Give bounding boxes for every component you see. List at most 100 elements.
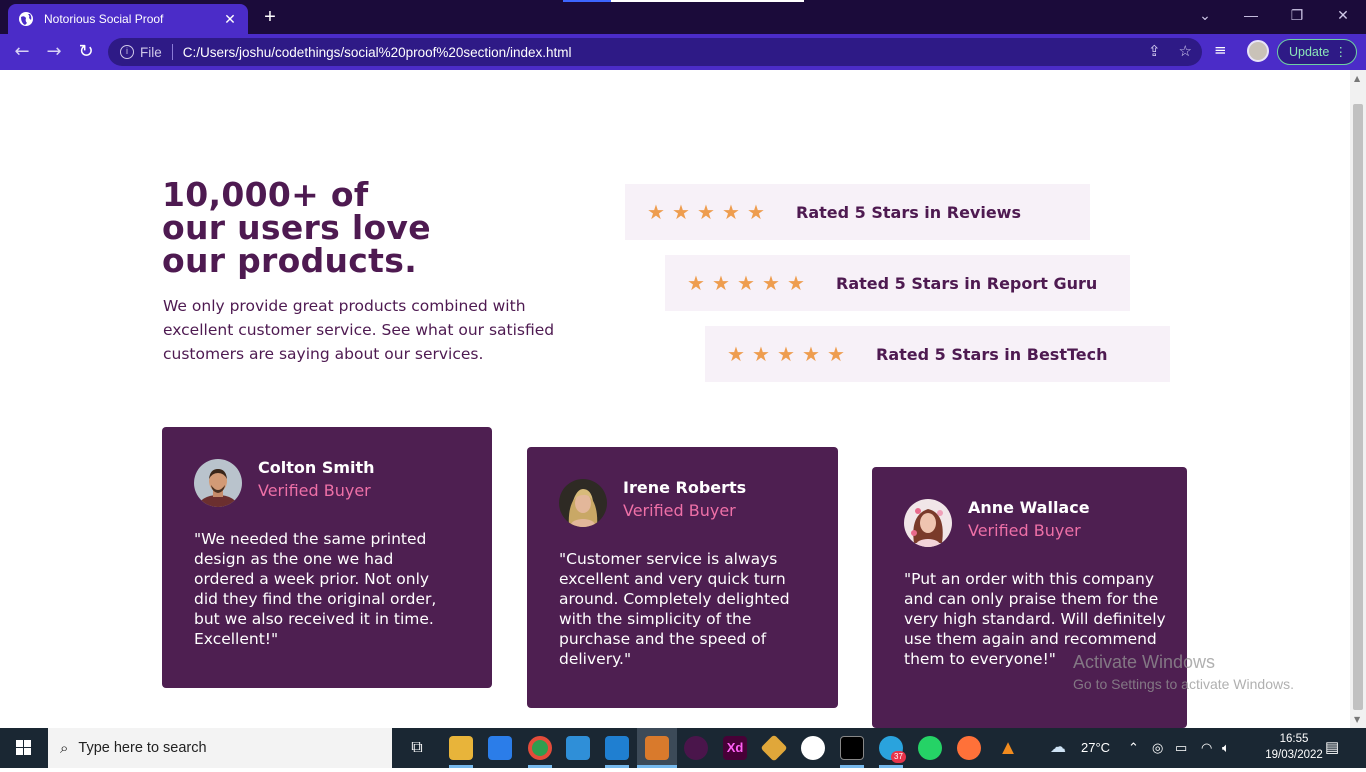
reviewer-role: Verified Buyer bbox=[623, 501, 736, 520]
browser-toolbar: ← → ↻ i File C:/Users/joshu/codethings/s… bbox=[0, 34, 1366, 70]
rating-bar: ★ ★ ★ ★ ★ Rated 5 Stars in Reviews bbox=[625, 184, 1090, 240]
bookmark-star-icon[interactable]: ☆ bbox=[1179, 42, 1192, 60]
star-icon: ★ bbox=[687, 271, 705, 295]
start-button[interactable] bbox=[0, 728, 48, 768]
chrome-icon[interactable] bbox=[528, 736, 552, 760]
vscode-icon[interactable] bbox=[605, 736, 629, 760]
tab-title: Notorious Social Proof bbox=[44, 12, 164, 26]
strip-accent bbox=[563, 0, 611, 2]
meet-icon[interactable]: ◎ bbox=[1152, 728, 1163, 768]
photos-icon[interactable] bbox=[566, 736, 590, 760]
store-icon[interactable] bbox=[488, 736, 512, 760]
star-icon: ★ bbox=[802, 342, 820, 366]
heading-line-1: 10,000+ of bbox=[162, 175, 369, 214]
clock-time: 16:55 bbox=[1279, 733, 1309, 745]
search-placeholder: Type here to search bbox=[78, 740, 207, 756]
search-icon: ⌕ bbox=[60, 739, 69, 757]
page-scrollbar[interactable]: ▲ ▼ bbox=[1350, 70, 1366, 728]
avatar bbox=[904, 499, 952, 547]
info-icon[interactable]: i bbox=[120, 45, 134, 59]
testimonial-quote: "We needed the same printed design as th… bbox=[194, 530, 437, 648]
taskbar-search-box[interactable]: ⌕ Type here to search bbox=[48, 728, 392, 768]
forward-arrow-icon[interactable]: → bbox=[42, 40, 66, 64]
chevron-up-icon[interactable]: ⌃ bbox=[1128, 728, 1139, 768]
star-rating: ★ ★ ★ ★ ★ bbox=[647, 202, 772, 222]
address-separator bbox=[171, 44, 173, 60]
close-tab-icon[interactable]: ✕ bbox=[222, 11, 238, 27]
whatsapp-icon[interactable] bbox=[918, 736, 942, 760]
globe-icon bbox=[19, 12, 33, 26]
strip-accent-light bbox=[611, 0, 804, 2]
tab-search-chevron-icon[interactable]: ⌄ bbox=[1182, 4, 1228, 26]
share-icon[interactable]: ⇪ bbox=[1148, 42, 1161, 60]
clock-date: 19/03/2022 bbox=[1265, 749, 1323, 761]
weather-temperature[interactable]: 27°C bbox=[1081, 728, 1110, 768]
url-scheme-label: File bbox=[140, 44, 162, 60]
volume-icon[interactable]: 🔈︎ bbox=[1222, 728, 1230, 768]
scroll-up-icon[interactable]: ▲ bbox=[1354, 74, 1360, 83]
reviewer-name: Irene Roberts bbox=[623, 478, 747, 497]
rating-bar: ★ ★ ★ ★ ★ Rated 5 Stars in BestTech bbox=[705, 326, 1170, 382]
reviewer-name: Anne Wallace bbox=[968, 498, 1090, 517]
battery-icon[interactable]: ▭ bbox=[1175, 728, 1187, 768]
page-heading: 10,000+ of our users love our products. bbox=[162, 178, 452, 277]
notifications-icon[interactable]: ▤ bbox=[1325, 728, 1339, 768]
telegram-badge: 37 bbox=[891, 751, 906, 763]
rating-label: Rated 5 Stars in BestTech bbox=[876, 344, 1108, 364]
weather-cloud-icon[interactable]: ☁ bbox=[1050, 728, 1066, 768]
update-button[interactable]: Update ⋮ bbox=[1277, 39, 1357, 65]
browser-app-icon[interactable] bbox=[645, 736, 669, 760]
testimonial-card: Colton Smith Verified Buyer "We needed t… bbox=[162, 427, 492, 688]
star-icon: ★ bbox=[727, 342, 745, 366]
reviewer-role: Verified Buyer bbox=[968, 521, 1081, 540]
profile-avatar[interactable] bbox=[1247, 40, 1269, 62]
terminal-icon[interactable] bbox=[840, 736, 864, 760]
activate-windows-title: Activate Windows bbox=[1073, 652, 1216, 672]
address-bar[interactable]: i File C:/Users/joshu/codethings/social%… bbox=[108, 38, 1202, 66]
file-explorer-icon[interactable] bbox=[449, 736, 473, 760]
sourcetree-icon[interactable] bbox=[760, 734, 788, 762]
github-icon[interactable] bbox=[801, 736, 825, 760]
wifi-icon[interactable]: ◠ bbox=[1201, 728, 1212, 768]
reload-icon[interactable]: ↻ bbox=[74, 40, 98, 64]
firefox-icon[interactable] bbox=[957, 736, 981, 760]
rating-label: Rated 5 Stars in Reviews bbox=[796, 202, 1021, 222]
menu-dots-icon[interactable]: ⋮ bbox=[1335, 40, 1348, 64]
windows-taskbar: ⌕ Type here to search ⧉ Xd ▲ ☁ 27°C ⌃ ◎ … bbox=[0, 728, 1366, 768]
url-text[interactable]: C:/Users/joshu/codethings/social%20proof… bbox=[183, 45, 572, 60]
star-icon: ★ bbox=[827, 342, 845, 366]
slack-icon[interactable] bbox=[684, 736, 708, 760]
star-icon: ★ bbox=[747, 200, 765, 224]
vlc-icon[interactable]: ▲ bbox=[996, 736, 1020, 760]
reviewer-name: Colton Smith bbox=[258, 458, 375, 477]
scrollbar-thumb[interactable] bbox=[1353, 104, 1363, 710]
rating-label: Rated 5 Stars in Report Guru bbox=[836, 273, 1098, 293]
adobe-xd-icon[interactable]: Xd bbox=[723, 736, 747, 760]
task-view-icon[interactable]: ⧉ bbox=[405, 736, 429, 760]
minimize-icon[interactable]: — bbox=[1228, 4, 1274, 26]
star-icon: ★ bbox=[787, 271, 805, 295]
taskbar-clock[interactable]: 16:55 19/03/2022 bbox=[1264, 731, 1324, 763]
star-icon: ★ bbox=[737, 271, 755, 295]
star-icon: ★ bbox=[752, 342, 770, 366]
star-icon: ★ bbox=[722, 200, 740, 224]
new-tab-button[interactable]: + bbox=[258, 6, 282, 28]
page-viewport: 10,000+ of our users love our products. … bbox=[0, 70, 1350, 728]
star-rating: ★ ★ ★ ★ ★ bbox=[727, 344, 852, 364]
windows-logo-icon bbox=[16, 740, 31, 755]
star-icon: ★ bbox=[762, 271, 780, 295]
activate-windows-subtitle: Go to Settings to activate Windows. bbox=[1073, 676, 1294, 692]
close-window-icon[interactable]: ✕ bbox=[1320, 4, 1366, 26]
star-icon: ★ bbox=[777, 342, 795, 366]
rating-bar: ★ ★ ★ ★ ★ Rated 5 Stars in Report Guru bbox=[665, 255, 1130, 311]
star-icon: ★ bbox=[697, 200, 715, 224]
scroll-down-icon[interactable]: ▼ bbox=[1354, 715, 1360, 724]
star-icon: ★ bbox=[712, 271, 730, 295]
reading-list-icon[interactable]: ≡ bbox=[1214, 41, 1227, 59]
avatar bbox=[194, 459, 242, 507]
star-icon: ★ bbox=[647, 200, 665, 224]
back-arrow-icon[interactable]: ← bbox=[10, 40, 34, 64]
star-rating: ★ ★ ★ ★ ★ bbox=[687, 273, 812, 293]
browser-tab[interactable]: Notorious Social Proof ✕ bbox=[8, 4, 248, 34]
restore-icon[interactable]: ❐ bbox=[1274, 4, 1320, 26]
